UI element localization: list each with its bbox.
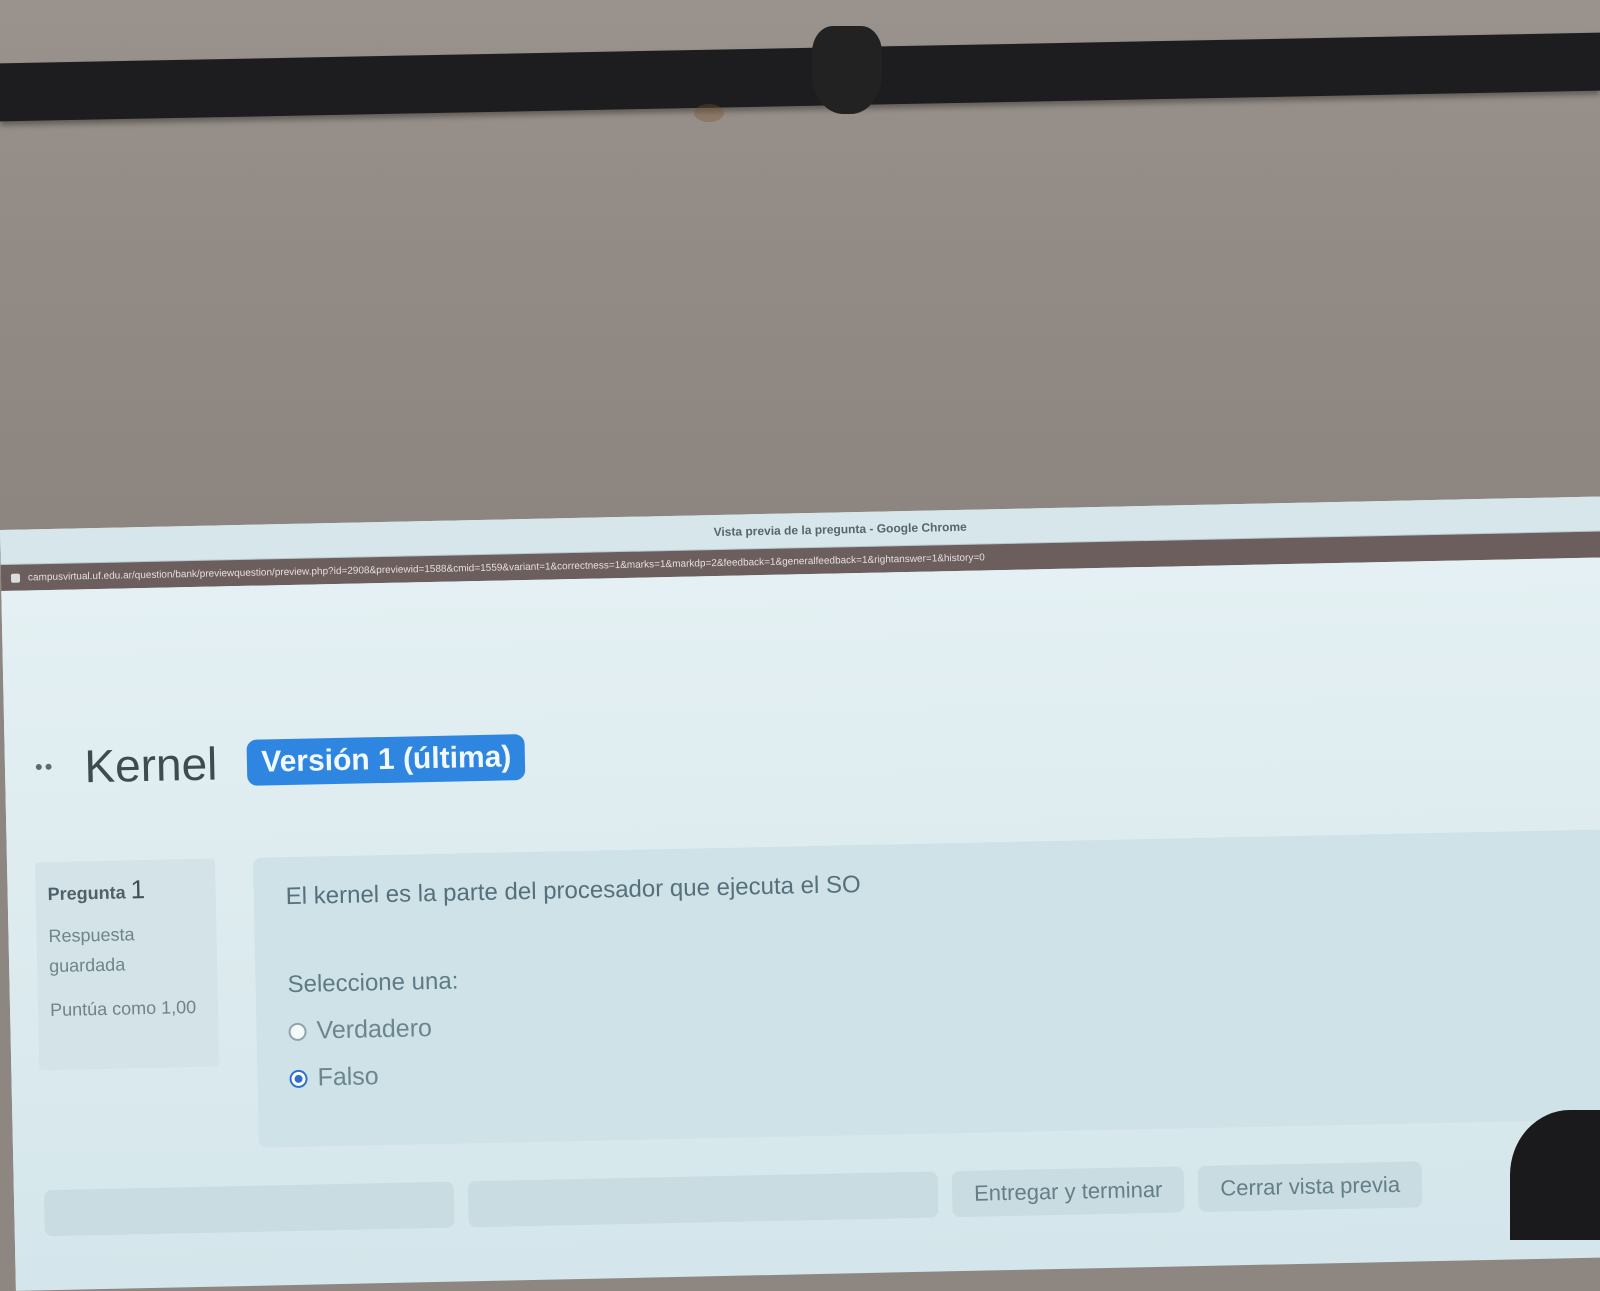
button-row: Entregar y terminar Cerrar vista previa — [43, 1161, 1423, 1237]
question-number: 1 — [130, 874, 146, 905]
wall-stain — [694, 104, 724, 122]
screen-bracket — [812, 26, 882, 114]
radio-verdadero[interactable] — [288, 1022, 307, 1041]
site-info-icon[interactable] — [10, 573, 21, 583]
close-preview-button[interactable]: Cerrar vista previa — [1197, 1161, 1423, 1213]
question-info-box: Pregunta 1 Respuesta guardada Puntúa com… — [34, 858, 220, 1071]
version-badge: Versión 1 (última) — [246, 734, 526, 786]
question-box: El kernel es la parte del procesador que… — [252, 828, 1600, 1148]
option-falso[interactable]: Falso — [289, 1036, 1600, 1093]
question-label: Pregunta — [47, 882, 126, 905]
submit-button[interactable]: Entregar y terminar — [951, 1166, 1185, 1218]
heading-row: •• Kernel Versión 1 (última) — [34, 730, 526, 794]
more-icon[interactable]: •• — [35, 754, 55, 780]
question-status: Respuesta guardada — [48, 924, 135, 977]
option-falso-label: Falso — [317, 1062, 379, 1092]
question-score: Puntúa como 1,00 — [49, 996, 197, 1021]
option-verdadero[interactable]: Verdadero — [288, 989, 1600, 1046]
select-prompt: Seleccione una: — [287, 967, 459, 999]
window-title: Vista previa de la pregunta - Google Chr… — [713, 519, 967, 540]
radio-falso[interactable] — [289, 1069, 308, 1088]
page-title: Kernel — [83, 737, 218, 793]
option-verdadero-label: Verdadero — [316, 1014, 433, 1045]
question-text: El kernel es la parte del procesador que… — [285, 871, 861, 911]
page-content: •• Kernel Versión 1 (última) Pregunta 1 … — [1, 555, 1600, 1291]
browser-window: Vista previa de la pregunta - Google Chr… — [0, 494, 1600, 1291]
action-button-2[interactable] — [467, 1171, 939, 1228]
action-button-1[interactable] — [43, 1181, 455, 1237]
